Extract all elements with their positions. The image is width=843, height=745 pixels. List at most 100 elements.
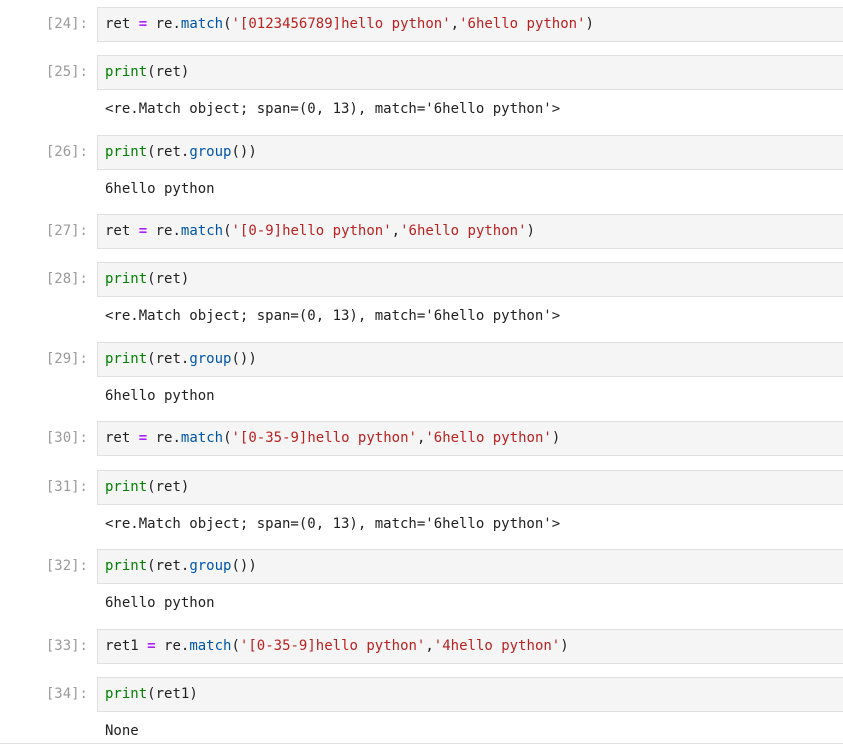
code-token: ( [147,686,156,702]
cell-prompt: [30]: [45,430,88,446]
code-token: '4hello python' [433,638,561,654]
code-input[interactable]: ret = re.match('[0123456789]hello python… [97,7,843,42]
cell-prompt: [31]: [45,479,88,495]
code-token: ()) [231,558,257,574]
cell-prompt: [25]: [45,64,88,80]
cell-output: <re.Match object; span=(0, 13), match='6… [105,516,561,532]
code-token: print [105,558,148,574]
code-token: ret [105,223,131,239]
code-token: ) [180,64,190,80]
cell-output: 6hello python [105,595,215,611]
code-token: ret [155,351,181,367]
code-token: ()) [231,351,257,367]
code-token: , [391,223,401,239]
code-token: ( [223,430,232,446]
code-token: '[0-35-9]hello python' [231,430,417,446]
code-token: ) [526,223,535,239]
cell-prompt: [24]: [45,16,88,32]
code-token: '6hello python' [425,430,552,446]
code-token: , [450,16,460,32]
code-input[interactable]: print(ret1) [97,677,843,712]
code-line: ret = re.match('[0123456789]hello python… [105,16,594,33]
cell-prompt: [29]: [45,351,88,367]
code-token: . [172,430,181,446]
cell-prompt: [27]: [45,223,88,239]
code-token: '6hello python' [400,223,527,239]
code-token: = [138,430,148,446]
cell-output: 6hello python [105,388,215,404]
code-token: ( [147,64,156,80]
code-token: . [172,223,181,239]
cell-output: None [105,723,139,739]
code-token: = [138,223,148,239]
code-token: match [180,223,224,239]
code-line: print(ret) [105,271,189,288]
code-token: print [105,64,148,80]
code-token: ret1 [155,686,190,702]
code-token: ) [551,430,561,446]
code-input[interactable]: print(ret) [97,262,843,297]
code-token: ret [155,558,181,574]
code-token: ( [147,558,156,574]
code-token: '[0123456789]hello python' [231,16,451,32]
cell-prompt: [26]: [45,144,88,160]
code-token: ret1 [105,638,139,654]
code-token: match [180,430,224,446]
code-token: '6hello python' [459,16,586,32]
code-line: ret1 = re.match('[0-35-9]hello python','… [105,638,569,655]
code-token: = [147,638,156,654]
code-token: match [189,638,232,654]
code-token: ret [105,430,131,446]
code-token: ret [155,144,181,160]
cell-prompt: [33]: [45,638,88,654]
code-input[interactable]: ret1 = re.match('[0-35-9]hello python','… [97,629,843,664]
code-token: ( [231,638,240,654]
cell-prompt: [34]: [45,686,88,702]
code-line: print(ret) [105,64,189,81]
code-token: print [105,271,148,287]
code-token: ret [105,16,131,32]
code-token: ( [223,223,232,239]
code-token: match [180,16,224,32]
code-input[interactable]: print(ret) [97,55,843,90]
code-token: re [155,223,173,239]
code-token: ( [147,351,156,367]
code-input[interactable]: ret = re.match('[0-35-9]hello python','6… [97,421,843,456]
code-token: ) [180,271,190,287]
code-input[interactable]: print(ret.group()) [97,135,843,170]
code-line: print(ret) [105,479,189,496]
code-token: ()) [231,144,257,160]
code-input[interactable]: print(ret.group()) [97,549,843,584]
cell-output: <re.Match object; span=(0, 13), match='6… [105,308,561,324]
code-token: '[0-9]hello python' [231,223,392,239]
code-token: re [155,16,173,32]
code-token: ) [585,16,594,32]
code-token: print [105,686,148,702]
code-token: ( [147,479,156,495]
cell-output: <re.Match object; span=(0, 13), match='6… [105,101,561,117]
code-token: = [138,16,148,32]
code-line: print(ret.group()) [105,144,257,161]
code-token: ret [155,479,181,495]
code-input[interactable]: ret = re.match('[0-9]hello python','6hel… [97,214,843,249]
code-token: ( [223,16,232,32]
code-token: ) [189,686,198,702]
code-token: print [105,144,148,160]
code-token: , [425,638,434,654]
code-input[interactable]: print(ret.group()) [97,342,843,377]
code-line: print(ret.group()) [105,351,257,368]
code-token: ) [180,479,190,495]
code-input[interactable]: print(ret) [97,470,843,505]
code-token: ret [155,271,181,287]
notebook-bottom-divider [0,743,843,744]
code-token: re [164,638,181,654]
code-line: print(ret1) [105,686,198,703]
cell-prompt: [28]: [45,271,88,287]
